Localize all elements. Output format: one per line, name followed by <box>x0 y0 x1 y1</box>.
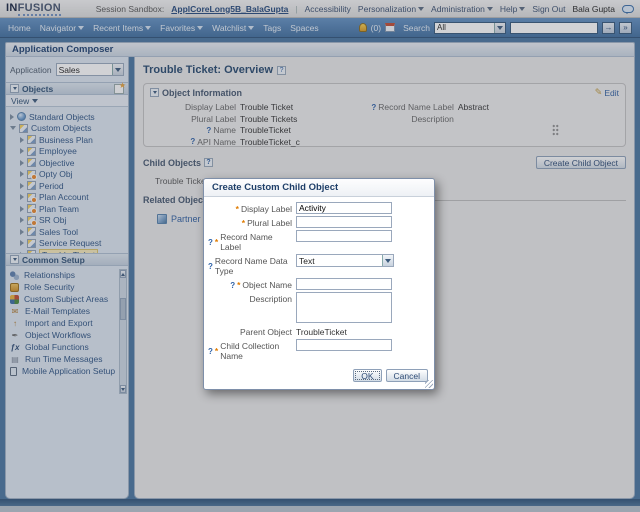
cancel-button[interactable]: Cancel <box>385 369 428 382</box>
description-textarea[interactable] <box>296 292 392 323</box>
display-label-input[interactable] <box>296 202 392 214</box>
info-icon[interactable]: ? <box>208 262 213 271</box>
object-name-input[interactable] <box>296 278 392 290</box>
record-name-label-input[interactable] <box>296 230 392 242</box>
plural-label-input[interactable] <box>296 216 392 228</box>
chevron-down-icon <box>385 258 391 263</box>
dialog-row-description: Description <box>208 292 426 323</box>
dialog-row-child-collection-name: ? * Child Collection Name <box>208 339 426 361</box>
info-icon[interactable]: ? <box>208 347 213 356</box>
dialog-row-record-name-data-type: ? Record Name Data Type Text <box>208 254 426 276</box>
dialog-row-display-label: * Display Label <box>208 202 426 214</box>
dropdown-button[interactable] <box>382 255 393 266</box>
ok-button[interactable]: OK <box>353 369 382 382</box>
required-icon: * <box>237 280 241 290</box>
info-icon[interactable]: ? <box>230 281 235 290</box>
required-icon: * <box>214 237 219 247</box>
required-icon: * <box>214 346 219 356</box>
info-icon[interactable]: ? <box>208 238 213 247</box>
dialog-row-record-name-label: ? * Record Name Label <box>208 230 426 252</box>
dialog-row-parent-object: Parent Object TroubleTicket <box>240 327 347 337</box>
dialog-title: Create Custom Child Object <box>204 179 434 197</box>
dialog-row-plural-label: * Plural Label <box>208 216 426 228</box>
parent-object-value: TroubleTicket <box>296 327 347 337</box>
resize-grip-icon[interactable] <box>425 380 433 388</box>
required-icon: * <box>235 204 239 214</box>
record-name-data-type-select[interactable]: Text <box>296 254 394 267</box>
create-custom-child-object-dialog: Create Custom Child Object * Display Labe… <box>203 178 435 390</box>
child-collection-name-input[interactable] <box>296 339 392 351</box>
record-name-data-type-value: Text <box>299 255 315 266</box>
required-icon: * <box>241 218 246 228</box>
dialog-row-object-name: ? * Object Name <box>208 278 426 290</box>
